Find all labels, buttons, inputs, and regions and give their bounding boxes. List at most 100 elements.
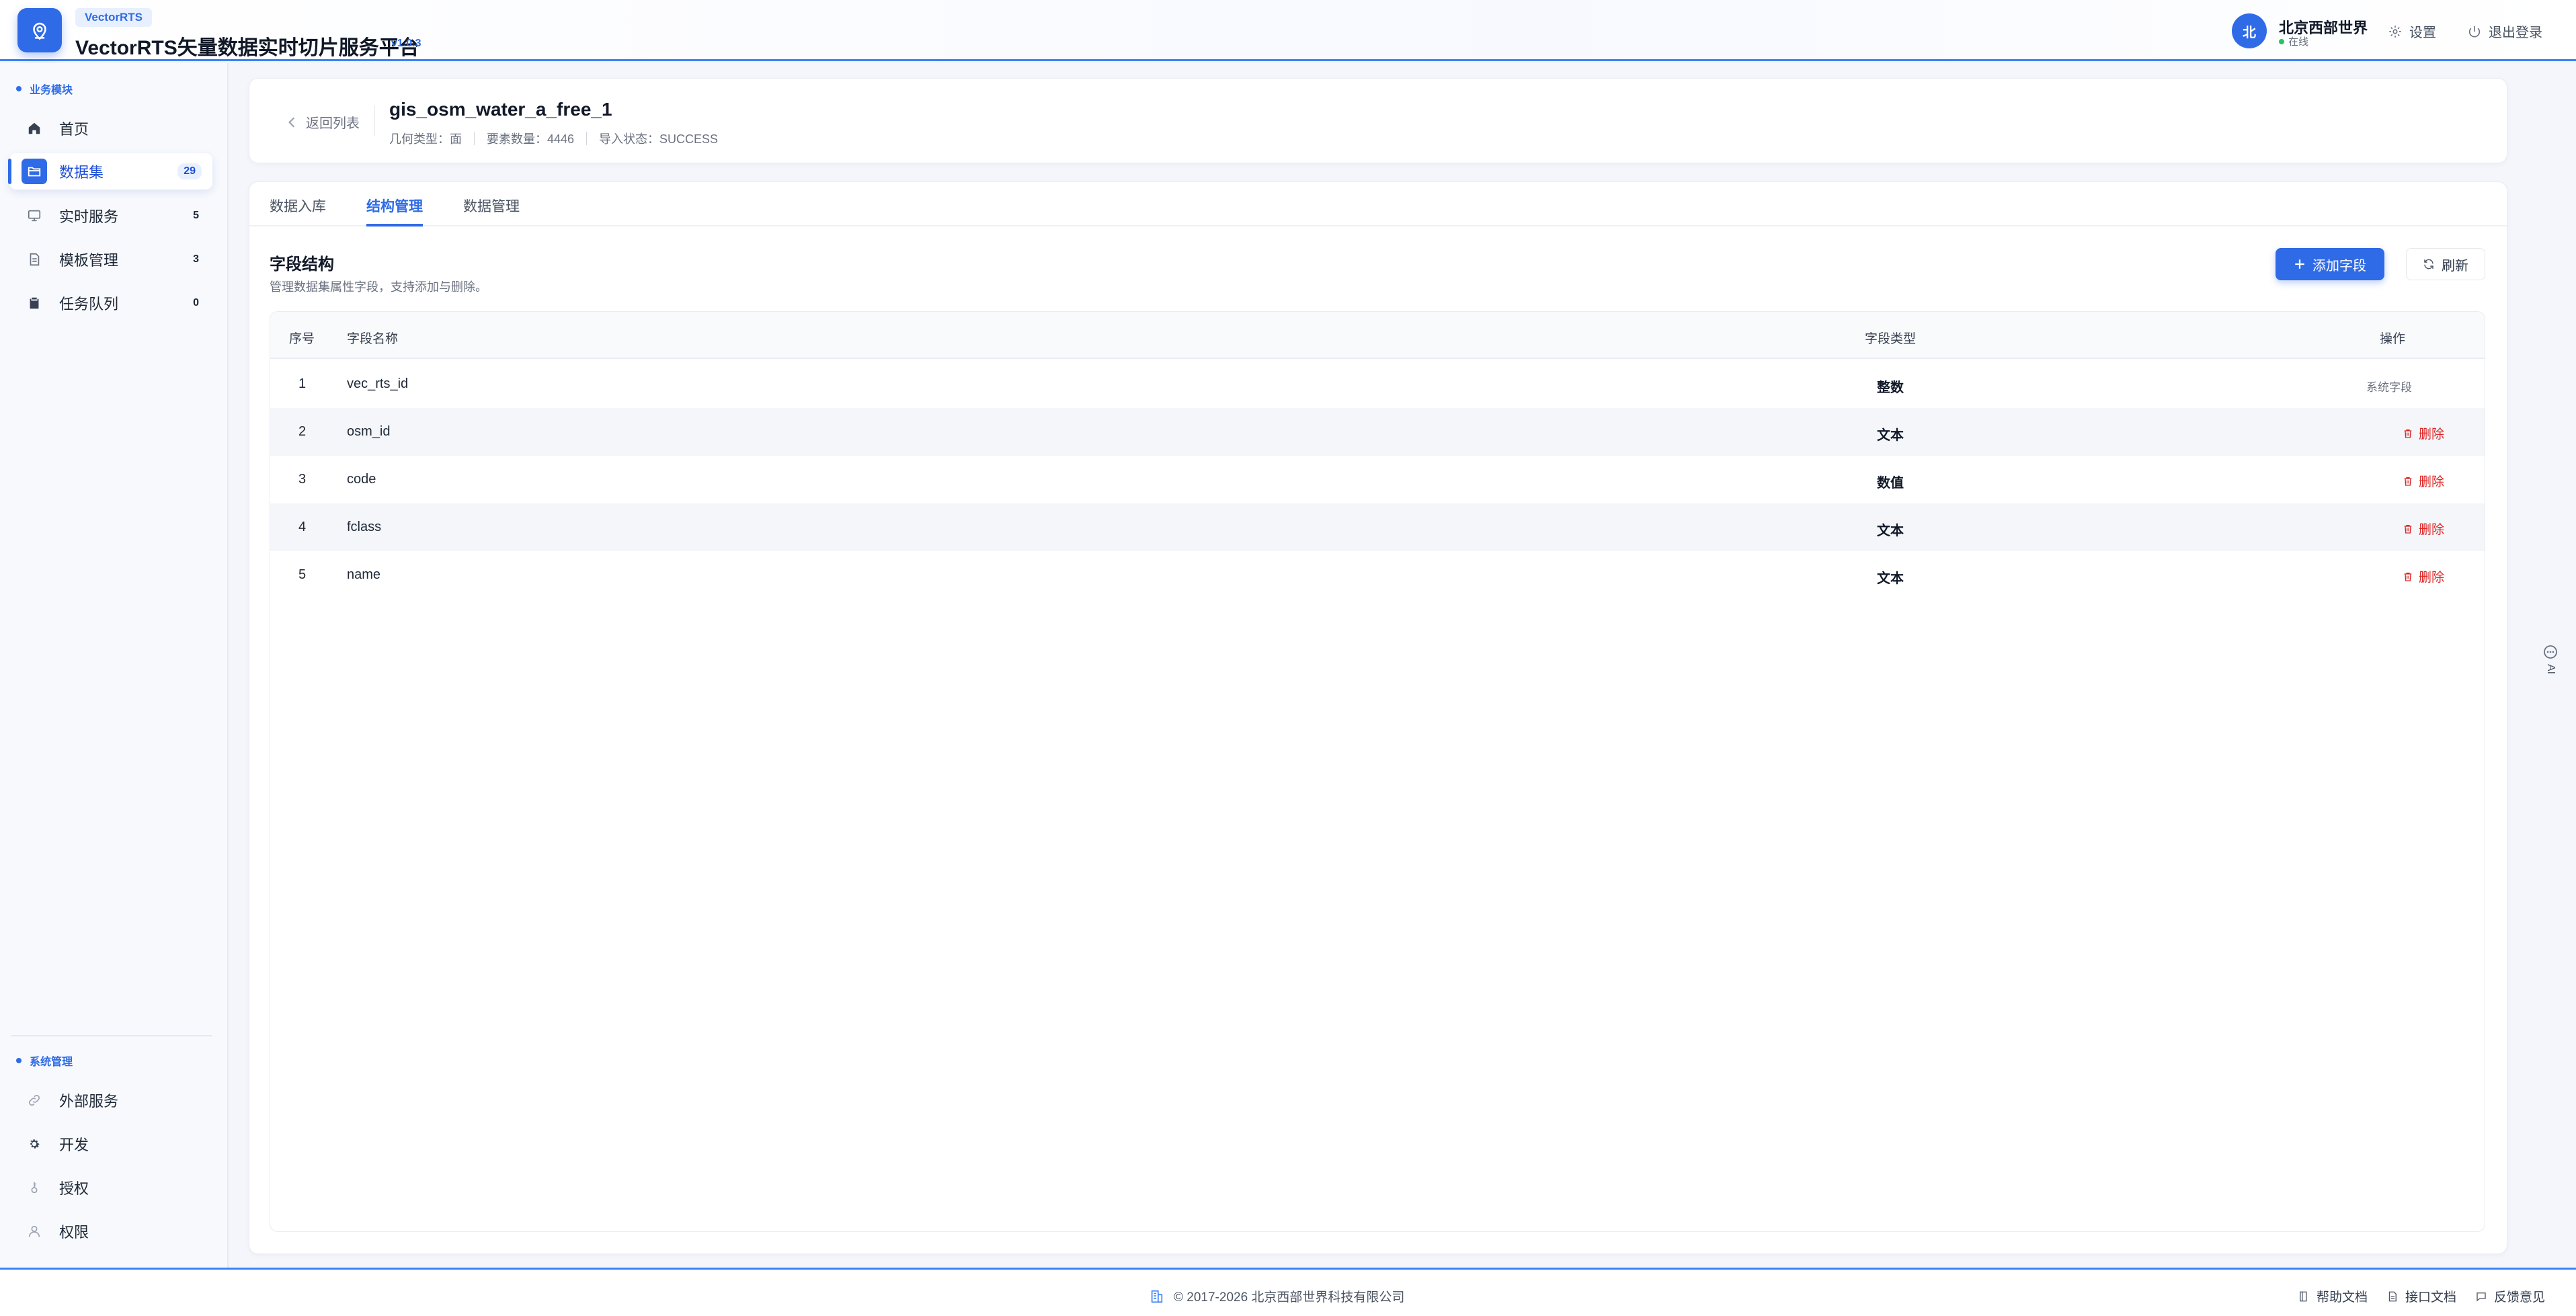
monitor-icon [26, 207, 43, 224]
table-row: 3 code 数值 删除 [270, 456, 2485, 503]
row-field-name: fclass [347, 520, 382, 534]
fields-table: 序号 字段名称 字段类型 操作 1 vec_rts_id 整数 系统字段 2 o… [270, 311, 2485, 1232]
nav-count-badge: 0 [193, 297, 199, 309]
app-logo[interactable] [17, 8, 62, 52]
delete-field-button[interactable]: 删除 [2403, 424, 2444, 442]
ai-tab-label: AI [2545, 664, 2557, 675]
section-title: 字段结构 [270, 255, 334, 274]
row-field-type: 文本 [1877, 428, 1904, 443]
user-status-label: 在线 [2288, 36, 2309, 48]
tab-data-import[interactable]: 数据入库 [270, 196, 326, 227]
delete-field-button[interactable]: 删除 [2403, 567, 2444, 585]
row-index: 3 [298, 472, 307, 487]
row-index: 4 [298, 520, 307, 534]
sidebar-item-datasets[interactable]: 数据集 29 [8, 153, 212, 190]
settings-label: 设置 [2409, 26, 2436, 40]
header-field-type: 字段类型 [1865, 332, 1917, 346]
refresh-label: 刷新 [2442, 258, 2468, 274]
tab-data-management[interactable]: 数据管理 [463, 196, 520, 227]
api-docs-link[interactable]: 接口文档 [2386, 1287, 2456, 1305]
trash-icon [2404, 572, 2412, 581]
sidebar-item-license[interactable]: 授权 [9, 1169, 212, 1206]
table-row: 2 osm_id 文本 删除 [270, 408, 2485, 456]
nav-count-badge: 29 [177, 163, 202, 179]
brand-tag: VectorRTS [75, 8, 152, 27]
add-field-button[interactable]: 添加字段 [2276, 248, 2384, 280]
row-index: 5 [298, 567, 307, 582]
table-header: 序号 字段名称 字段类型 操作 [270, 312, 2485, 359]
chat-bubble-icon [2544, 645, 2557, 659]
sidebar-item-label: 权限 [59, 1224, 89, 1241]
row-field-type: 文本 [1877, 571, 1904, 586]
dataset-title: gis_osm_water_a_free_1 [389, 99, 612, 120]
copyright: © 2017-2026 北京西部世界科技有限公司 [1150, 1287, 1404, 1305]
tab-structure-management[interactable]: 结构管理 [366, 196, 423, 227]
sidebar-item-external-services[interactable]: 外部服务 [9, 1082, 212, 1118]
dataset-meta: 几何类型：面 要素数量：4446 导入状态：SUCCESS [389, 130, 718, 147]
document-icon [26, 251, 43, 268]
header-divider [374, 106, 375, 136]
trash-icon [2404, 524, 2412, 534]
row-field-name: name [347, 567, 381, 582]
sidebar-item-label: 数据集 [59, 164, 104, 181]
feature-count: 要素数量：4446 [487, 132, 575, 146]
online-status-dot [2279, 38, 2284, 44]
nav-count-badge: 3 [193, 253, 199, 265]
refresh-button[interactable]: 刷新 [2406, 248, 2485, 280]
header-index: 序号 [289, 332, 315, 346]
back-to-list-link[interactable]: 返回列表 [287, 112, 360, 132]
row-field-name: code [347, 472, 376, 487]
settings-button[interactable]: 设置 [2388, 22, 2436, 41]
structure-card: 数据入库 结构管理 数据管理 字段结构 管理数据集属性字段，支持添加与删除。 添… [249, 181, 2507, 1254]
geometry-type: 几何类型：面 [389, 132, 462, 146]
trash-icon [2404, 429, 2412, 438]
folder-icon [22, 159, 47, 184]
row-field-type: 文本 [1877, 524, 1904, 538]
logout-label: 退出登录 [2489, 26, 2542, 40]
table-row: 1 vec_rts_id 整数 系统字段 [270, 360, 2485, 408]
sidebar-divider [11, 1035, 212, 1036]
feedback-link[interactable]: 反馈意见 [2475, 1287, 2545, 1305]
business-section-text: 业务模块 [30, 85, 73, 96]
sidebar-item-label: 授权 [59, 1180, 89, 1197]
link-icon [26, 1092, 43, 1109]
sidebar-item-templates[interactable]: 模板管理 3 [9, 241, 212, 278]
ai-assistant-tab[interactable]: AI [2540, 644, 2561, 691]
sidebar-item-label: 任务队列 [59, 296, 119, 313]
delete-label: 删除 [2419, 427, 2445, 442]
help-docs-link[interactable]: 帮助文档 [2298, 1287, 2368, 1305]
delete-label: 删除 [2419, 475, 2445, 489]
system-section-text: 系统管理 [30, 1057, 73, 1068]
table-row: 4 fclass 文本 删除 [270, 503, 2485, 551]
meta-separator [586, 132, 588, 145]
section-dot [16, 86, 22, 91]
delete-label: 删除 [2419, 523, 2445, 537]
sidebar-item-permissions[interactable]: 权限 [9, 1213, 212, 1249]
header-action: 操作 [2380, 332, 2406, 346]
sidebar-item-realtime-services[interactable]: 实时服务 5 [9, 198, 212, 234]
delete-field-button[interactable]: 删除 [2403, 472, 2444, 490]
nav-count-badge: 5 [193, 210, 199, 221]
section-dot [16, 1058, 22, 1063]
api-docs-label: 接口文档 [2405, 1290, 2457, 1305]
sidebar-item-task-queue[interactable]: 任务队列 0 [9, 285, 212, 321]
key-icon [26, 1179, 43, 1196]
sidebar-item-label: 模板管理 [59, 252, 119, 269]
sidebar-item-develop[interactable]: 开发 [9, 1126, 212, 1162]
power-icon [2468, 26, 2481, 38]
feedback-label: 反馈意见 [2494, 1290, 2546, 1305]
help-docs-label: 帮助文档 [2317, 1290, 2368, 1305]
trash-icon [2404, 477, 2412, 486]
logout-button[interactable]: 退出登录 [2467, 22, 2542, 41]
app-header: VectorRTS VectorRTS矢量数据实时切片服务平台 v1.0.3 北… [0, 0, 2576, 61]
avatar[interactable]: 北 [2232, 13, 2267, 48]
plus-icon [2295, 259, 2304, 269]
delete-field-button[interactable]: 删除 [2403, 520, 2444, 538]
chat-bubble-icon [2477, 1292, 2486, 1301]
sidebar-item-label: 首页 [59, 121, 89, 138]
sidebar-item-home[interactable]: 首页 [9, 110, 212, 147]
table-row: 5 name 文本 删除 [270, 551, 2485, 599]
app-footer: © 2017-2026 北京西部世界科技有限公司 帮助文档 接口文档 反馈意见 [0, 1268, 2576, 1316]
copyright-text: © 2017-2026 北京西部世界科技有限公司 [1174, 1290, 1405, 1305]
row-index: 2 [298, 424, 307, 439]
